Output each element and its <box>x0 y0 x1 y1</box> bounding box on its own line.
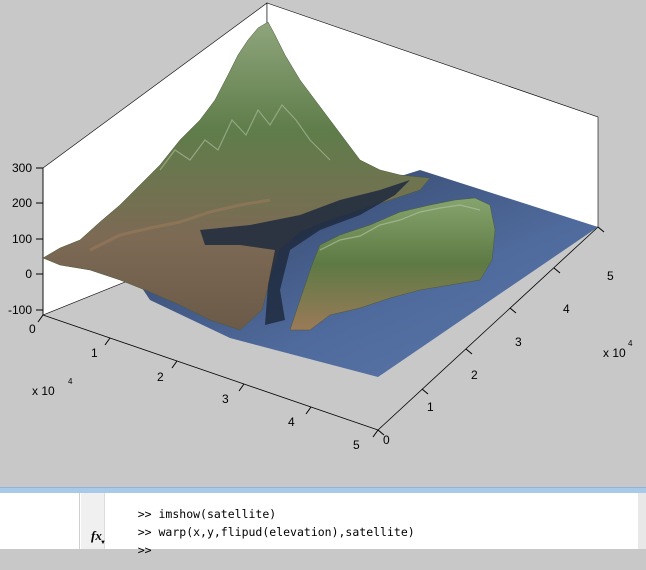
y-tick-label: 5 <box>607 269 614 283</box>
x-tick-label: 2 <box>157 370 164 384</box>
x-multiplier: x 10 <box>32 384 55 398</box>
x-tick-label: 5 <box>353 438 360 452</box>
y-exponent: 4 <box>628 339 633 348</box>
y-tick-label: 1 <box>427 400 434 414</box>
scrollbar[interactable] <box>638 493 646 549</box>
x-tick-label: 4 <box>288 415 295 429</box>
y-tick-label: 2 <box>471 368 478 382</box>
x-exponent: 4 <box>68 377 73 386</box>
z-tick-label: 200 <box>12 196 32 210</box>
command-window[interactable]: fx ▼ >> imshow(satellite) >> warp(x,y,fl… <box>0 493 646 557</box>
y-tick-label: 4 <box>563 302 570 316</box>
chevron-down-icon[interactable]: ▼ <box>100 540 106 546</box>
z-tick-label: 300 <box>12 161 32 175</box>
surface-plot[interactable]: 300 200 100 0 -100 0 1 2 3 4 5 x 10 4 0 … <box>0 0 646 487</box>
command-input-line[interactable]: >> <box>110 531 159 570</box>
z-tick-label: 0 <box>25 267 32 281</box>
x-tick-label: 3 <box>222 392 229 406</box>
z-axis: 300 200 100 0 -100 <box>8 161 43 317</box>
z-tick-label: -100 <box>8 303 32 317</box>
workspace-panel <box>0 493 80 549</box>
figure-window: 300 200 100 0 -100 0 1 2 3 4 5 x 10 4 0 … <box>0 0 646 487</box>
command-text: warp(x,y,flipud(elevation),satellite) <box>158 525 415 539</box>
z-tick-label: 100 <box>12 232 32 246</box>
prompt: >> <box>137 543 152 557</box>
x-tick-label: 0 <box>29 322 36 336</box>
x-tick-label: 1 <box>91 346 98 360</box>
y-multiplier: x 10 <box>603 346 626 360</box>
y-tick-label: 0 <box>383 433 390 447</box>
y-tick-label: 3 <box>515 335 522 349</box>
